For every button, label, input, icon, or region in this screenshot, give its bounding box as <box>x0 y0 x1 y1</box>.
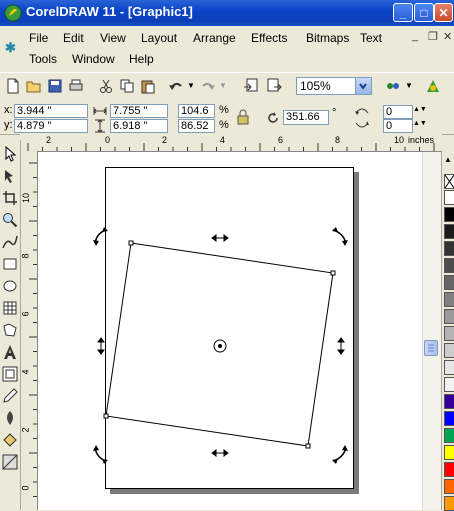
corner-node[interactable] <box>305 443 311 449</box>
skew-handle-top[interactable] <box>211 234 229 242</box>
color-swatch[interactable] <box>444 445 454 460</box>
color-swatch[interactable] <box>444 479 454 494</box>
color-swatch[interactable] <box>444 496 454 511</box>
color-swatch[interactable] <box>444 326 454 341</box>
color-swatch[interactable] <box>444 462 454 477</box>
color-swatch[interactable] <box>444 241 454 256</box>
color-swatch[interactable] <box>444 411 454 426</box>
color-swatch[interactable] <box>444 292 454 307</box>
color-swatch[interactable] <box>444 360 454 375</box>
color-palette: ▲ <box>441 152 454 511</box>
color-swatch[interactable] <box>444 207 454 222</box>
color-swatch[interactable] <box>444 275 454 290</box>
color-swatch[interactable] <box>444 309 454 324</box>
center-marker-icon[interactable] <box>213 339 227 353</box>
color-swatch[interactable] <box>444 377 454 392</box>
color-swatch[interactable] <box>444 258 454 273</box>
vertical-scrollbar[interactable] <box>422 152 441 510</box>
corner-node[interactable] <box>330 270 336 276</box>
no-color-swatch[interactable] <box>444 174 454 189</box>
color-swatch[interactable] <box>444 190 454 205</box>
color-swatch[interactable] <box>444 394 454 409</box>
skew-handle-right[interactable] <box>337 337 345 355</box>
palette-scroll-up-icon[interactable]: ▲ <box>444 155 452 164</box>
corner-node[interactable] <box>128 240 134 246</box>
color-swatch[interactable] <box>444 343 454 358</box>
color-swatch[interactable] <box>444 428 454 443</box>
corner-node[interactable] <box>103 413 109 419</box>
selection-overlay <box>93 227 348 464</box>
skew-handle-bottom[interactable] <box>211 449 229 457</box>
color-swatch[interactable] <box>444 224 454 239</box>
scrollbar-thumb[interactable] <box>424 340 438 356</box>
skew-handle-left[interactable] <box>97 337 105 355</box>
